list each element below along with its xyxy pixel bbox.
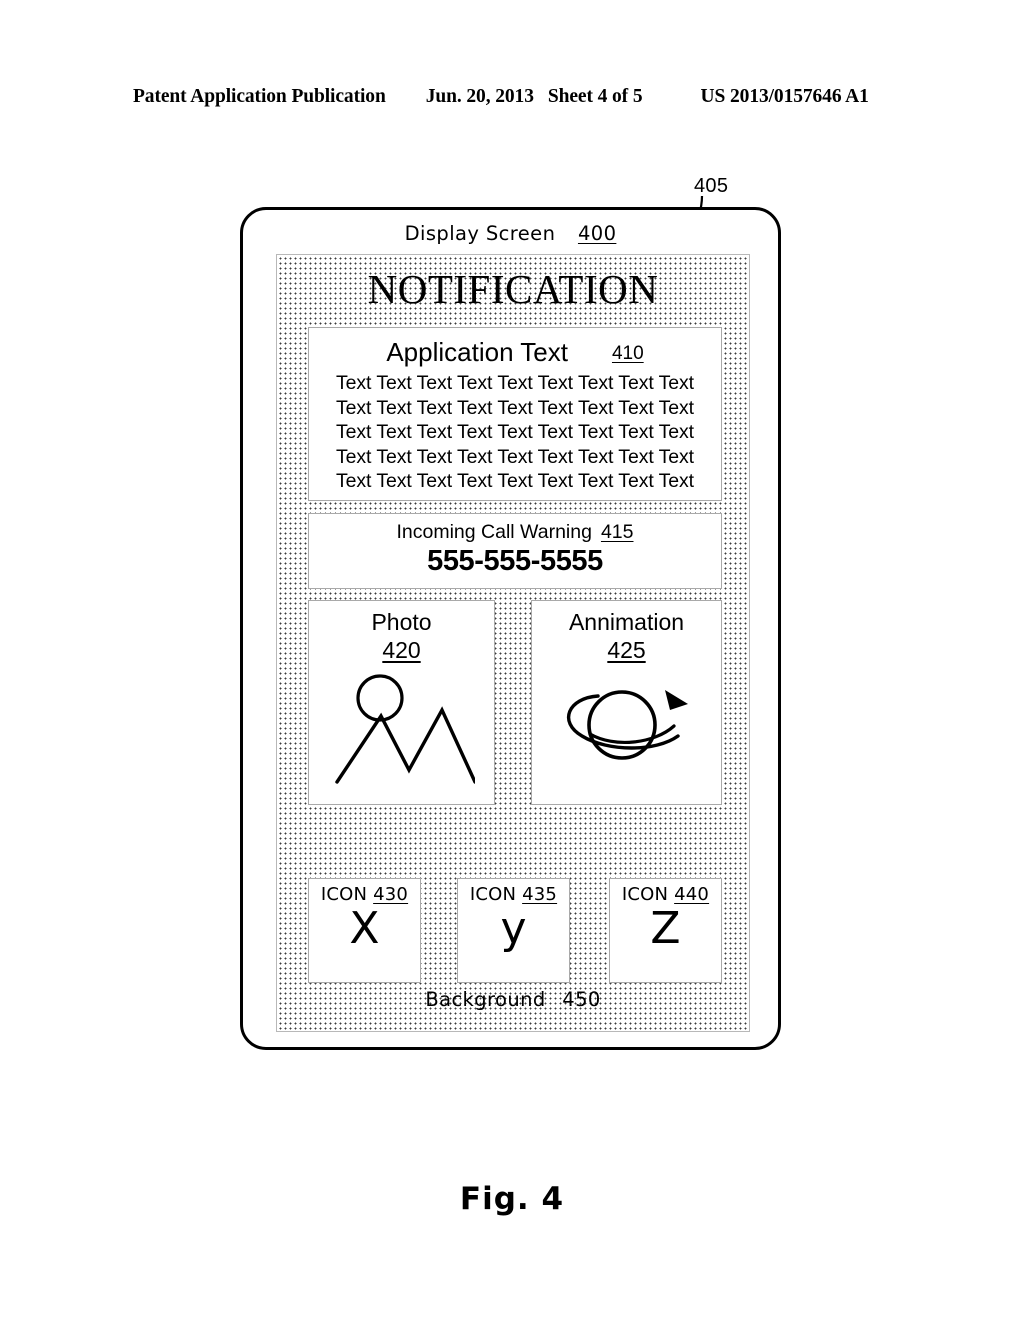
display-screen-caption: Display Screen 400 (243, 222, 778, 245)
application-text-line: Text Text Text Text Text Text Text Text … (336, 421, 694, 444)
orbiting-sphere-icon (566, 690, 688, 760)
icon-435-ref: 435 (522, 884, 558, 905)
header-date-text: Jun. 20, 2013 (425, 86, 534, 107)
icon-panel-440[interactable]: ICON 440 Z (609, 878, 722, 983)
application-text-panel[interactable]: Application Text 410 Text Text Text Text … (308, 327, 722, 501)
photo-ref: 420 (382, 637, 421, 663)
incoming-call-ref: 415 (600, 521, 634, 543)
application-text-ref: 410 (611, 343, 644, 364)
icon-440-label-text: ICON (621, 884, 669, 905)
figure-caption: Fig. 4 (459, 1181, 565, 1217)
icon-435-label: ICON 435 (458, 884, 569, 905)
icon-z-glyph: Z (650, 903, 681, 954)
animation-title: Annimation (568, 609, 685, 635)
icon-panel-430[interactable]: ICON 430 X (308, 878, 421, 983)
application-text-body: Text Text Text Text Text Text Text Text … (309, 371, 721, 494)
application-text-line: Text Text Text Text Text Text Text Text … (336, 396, 694, 419)
application-text-line: Text Text Text Text Text Text Text Text … (336, 445, 694, 468)
icon-430-label-text: ICON (320, 884, 368, 905)
display-screen-ref: 400 (577, 222, 617, 245)
display-screen-label: Display Screen (404, 222, 556, 245)
application-text-line: Text Text Text Text Text Text Text Text … (336, 372, 694, 394)
incoming-call-header: Incoming Call Warning 415 (309, 521, 721, 544)
background-label: Background 450 (277, 988, 749, 1011)
icon-panel-435[interactable]: ICON 435 y (457, 878, 570, 983)
notification-background-area: NOTIFICATION Application Text 410 Text Te… (276, 254, 750, 1032)
mountain-sun-photo-icon (334, 674, 475, 784)
icon-430-ref: 430 (373, 884, 409, 905)
application-text-header: Application Text 410 (309, 337, 721, 368)
icon-x-glyph: X (349, 903, 380, 954)
application-text-heading: Application Text (386, 337, 568, 367)
reference-numeral-405: 405 (694, 175, 729, 197)
icon-440-ref: 440 (674, 884, 710, 905)
application-text-line: Text Text Text Text Text Text Text Text … (336, 470, 694, 493)
header-patent-number: US 2013/0157646 A1 (700, 86, 869, 107)
animation-ref: 425 (607, 637, 646, 663)
background-ref: 450 (562, 988, 601, 1011)
display-screen-device: Display Screen 400 NOTIFICATION Applicat… (240, 207, 781, 1050)
background-label-text: Background (425, 988, 546, 1011)
icon-y-glyph: y (500, 903, 527, 954)
icon-430-label: ICON 430 (309, 884, 420, 905)
animation-panel[interactable]: Annimation 425 (531, 600, 722, 805)
header-sheet-text: Sheet 4 of 5 (547, 86, 643, 107)
photo-title: Photo (371, 609, 432, 635)
incoming-call-heading: Incoming Call Warning (396, 521, 592, 543)
photo-panel[interactable]: Photo 420 (308, 600, 495, 805)
header-publication-text: Patent Application Publication (133, 86, 386, 107)
icon-440-label: ICON 440 (610, 884, 721, 905)
notification-title: NOTIFICATION (367, 266, 659, 312)
incoming-call-phone-number: 555-555-5555 (427, 545, 603, 577)
incoming-call-warning-panel[interactable]: Incoming Call Warning 415 555-555-5555 (308, 513, 722, 589)
patent-page-header: Patent Application Publication Jun. 20, … (133, 86, 891, 108)
icon-435-label-text: ICON (469, 884, 517, 905)
